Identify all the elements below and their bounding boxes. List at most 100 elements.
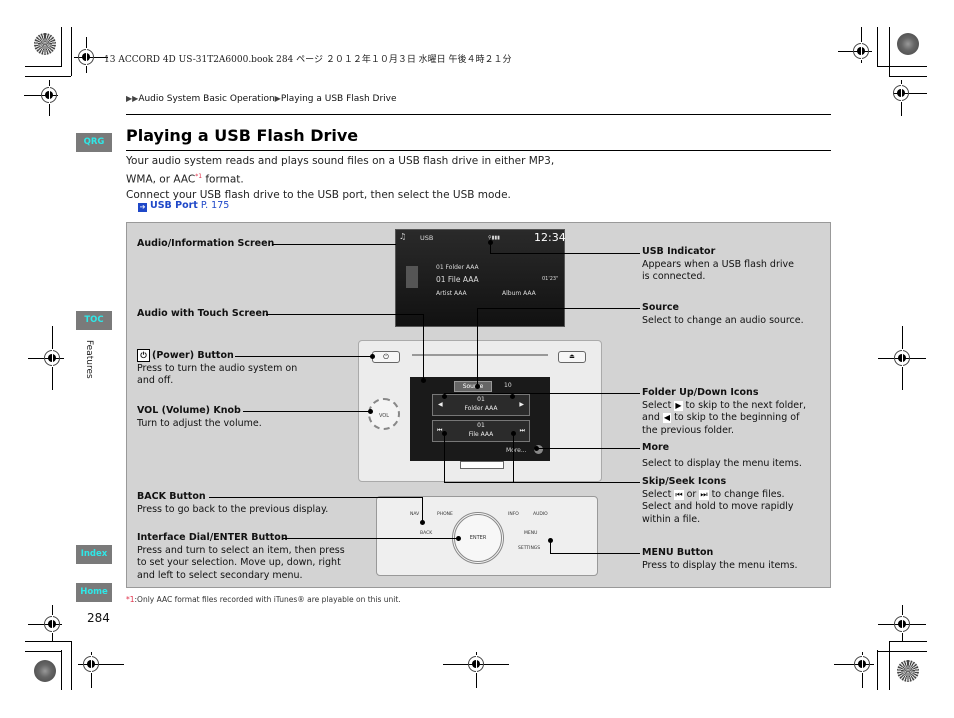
label-desc: Select (642, 488, 672, 500)
label-desc: Press to display the menu items. (642, 559, 798, 571)
registration-color-disc (897, 660, 919, 682)
label-desc: Select (642, 399, 672, 411)
label-desc: to set your selection. Move up, down, ri… (137, 557, 341, 568)
callout-dot (442, 394, 447, 399)
file-number: 01 (477, 422, 485, 429)
label-desc: the previous folder. (642, 424, 734, 436)
callout-dot (488, 240, 493, 245)
callout-line (209, 497, 422, 498)
page-title: Playing a USB Flash Drive (126, 126, 359, 145)
label-desc: Turn to adjust the volume. (137, 417, 262, 429)
nav-button: NAV (410, 512, 420, 517)
screen-file: 01 File AAA (436, 275, 479, 284)
callout-line (490, 253, 640, 254)
breadcrumb-item[interactable]: Audio System Basic Operation (138, 94, 274, 104)
registration-target (893, 84, 909, 102)
usb-slot (460, 461, 504, 469)
footnote-ref[interactable]: *1 (195, 173, 202, 180)
label-title: Audio with Touch Screen (137, 308, 269, 319)
callout-line (444, 433, 445, 482)
callout-line (272, 244, 396, 245)
phone-button: PHONE (437, 512, 453, 517)
label-title: Audio/Information Screen (137, 238, 275, 249)
intro-paragraph: Your audio system reads and plays sound … (126, 154, 606, 203)
toc-tab[interactable]: TOC (76, 311, 112, 330)
callout-line (243, 411, 370, 412)
page-number: 284 (87, 611, 110, 625)
crop-mark (61, 650, 62, 690)
label-desc: to skip to the beginning of (674, 412, 800, 423)
label-skip-seek: Skip/Seek Icons Select ⏮ or ⏭ to change … (642, 476, 794, 526)
registration-target (468, 655, 484, 673)
screen-time: 01'23" (542, 276, 559, 282)
label-desc: Press to turn the audio system on (137, 362, 298, 374)
crop-mark (25, 66, 62, 67)
title-rule (126, 150, 831, 151)
home-tab[interactable]: Home (76, 583, 112, 602)
registration-color-disc (897, 33, 919, 55)
skip-back-icon: ⏮ (674, 489, 684, 500)
callout-dot (475, 384, 480, 389)
disc-slot (412, 354, 548, 356)
breadcrumb-arrow-icon: ▶▶ (126, 94, 139, 103)
crop-mark (889, 641, 927, 642)
section-label: Features (84, 340, 94, 379)
label-desc: Appears when a USB flash drive (642, 258, 794, 270)
skip-forward-icon: ⏭ (699, 489, 709, 500)
audio-info-screen-image: ♫ USB ⚲▮▮▮ 12:34 01 Folder AAA 01 File A… (395, 229, 566, 327)
crop-mark (877, 651, 927, 652)
label-usb-indicator: USB Indicator Appears when a USB flash d… (642, 246, 794, 284)
crop-mark (25, 651, 62, 652)
crop-mark (889, 76, 927, 77)
callout-line (235, 356, 372, 357)
callout-dot (548, 538, 553, 543)
label-title: USB Indicator (642, 246, 716, 257)
callout-dot (510, 394, 515, 399)
crop-mark (877, 650, 878, 690)
intro-text: WMA, or AAC (126, 173, 196, 186)
registration-color-disc (34, 33, 56, 55)
registration-target (83, 655, 99, 673)
label-desc: or (686, 488, 697, 500)
print-file-header: 13 ACCORD 4D US-31T2A6000.book 284 ページ ２… (104, 55, 512, 65)
callout-line (444, 393, 640, 394)
screen-album: Album AAA (502, 290, 536, 297)
folder-up-icon: ▶ (519, 401, 524, 408)
callout-dot (368, 409, 373, 414)
crop-mark (877, 66, 927, 67)
label-title: Folder Up/Down Icons (642, 387, 759, 398)
screen-clock: 12:34 (534, 231, 566, 244)
usb-device-icon (406, 266, 418, 288)
label-back-button: BACK Button Press to go back to the prev… (137, 491, 328, 516)
registration-target (894, 349, 910, 367)
callout-dot (370, 354, 375, 359)
label-desc: to change files. (711, 488, 785, 500)
index-tab[interactable]: Index (76, 545, 112, 564)
label-touch-screen: Audio with Touch Screen (137, 308, 269, 321)
touch-screen-image: Source 10 ◀ 01 Folder AAA ▶ ⏮ 01 File AA… (410, 377, 550, 461)
label-desc: is connected. (642, 271, 706, 282)
callout-line (513, 433, 514, 482)
label-desc: Select to display the menu items. (642, 457, 802, 469)
callout-line (477, 308, 478, 386)
callout-line (266, 314, 423, 315)
registration-target (853, 42, 869, 60)
label-more: More Select to display the menu items. (642, 442, 802, 470)
label-interface-dial: Interface Dial/ENTER Button Press and tu… (137, 532, 345, 582)
vol-knob: VOL (368, 398, 400, 430)
breadcrumb-item[interactable]: Playing a USB Flash Drive (281, 94, 397, 104)
callout-line (444, 482, 640, 483)
label-source: Source Select to change an audio source. (642, 302, 804, 327)
label-desc: and (642, 412, 660, 423)
registration-color-disc (34, 660, 56, 682)
qrg-tab[interactable]: QRG (76, 133, 112, 152)
crop-mark (889, 27, 890, 76)
usb-port-link[interactable]: ➔ USB Port P. 175 (138, 200, 229, 212)
folder-down-icon: ◀ (662, 413, 672, 423)
audio-button: AUDIO (533, 512, 548, 517)
registration-target (78, 48, 94, 66)
label-menu-button: MENU Button Press to display the menu it… (642, 547, 798, 572)
skip-forward-icon: ⏭ (519, 427, 525, 434)
crop-mark (71, 641, 72, 690)
crop-mark (25, 76, 71, 77)
